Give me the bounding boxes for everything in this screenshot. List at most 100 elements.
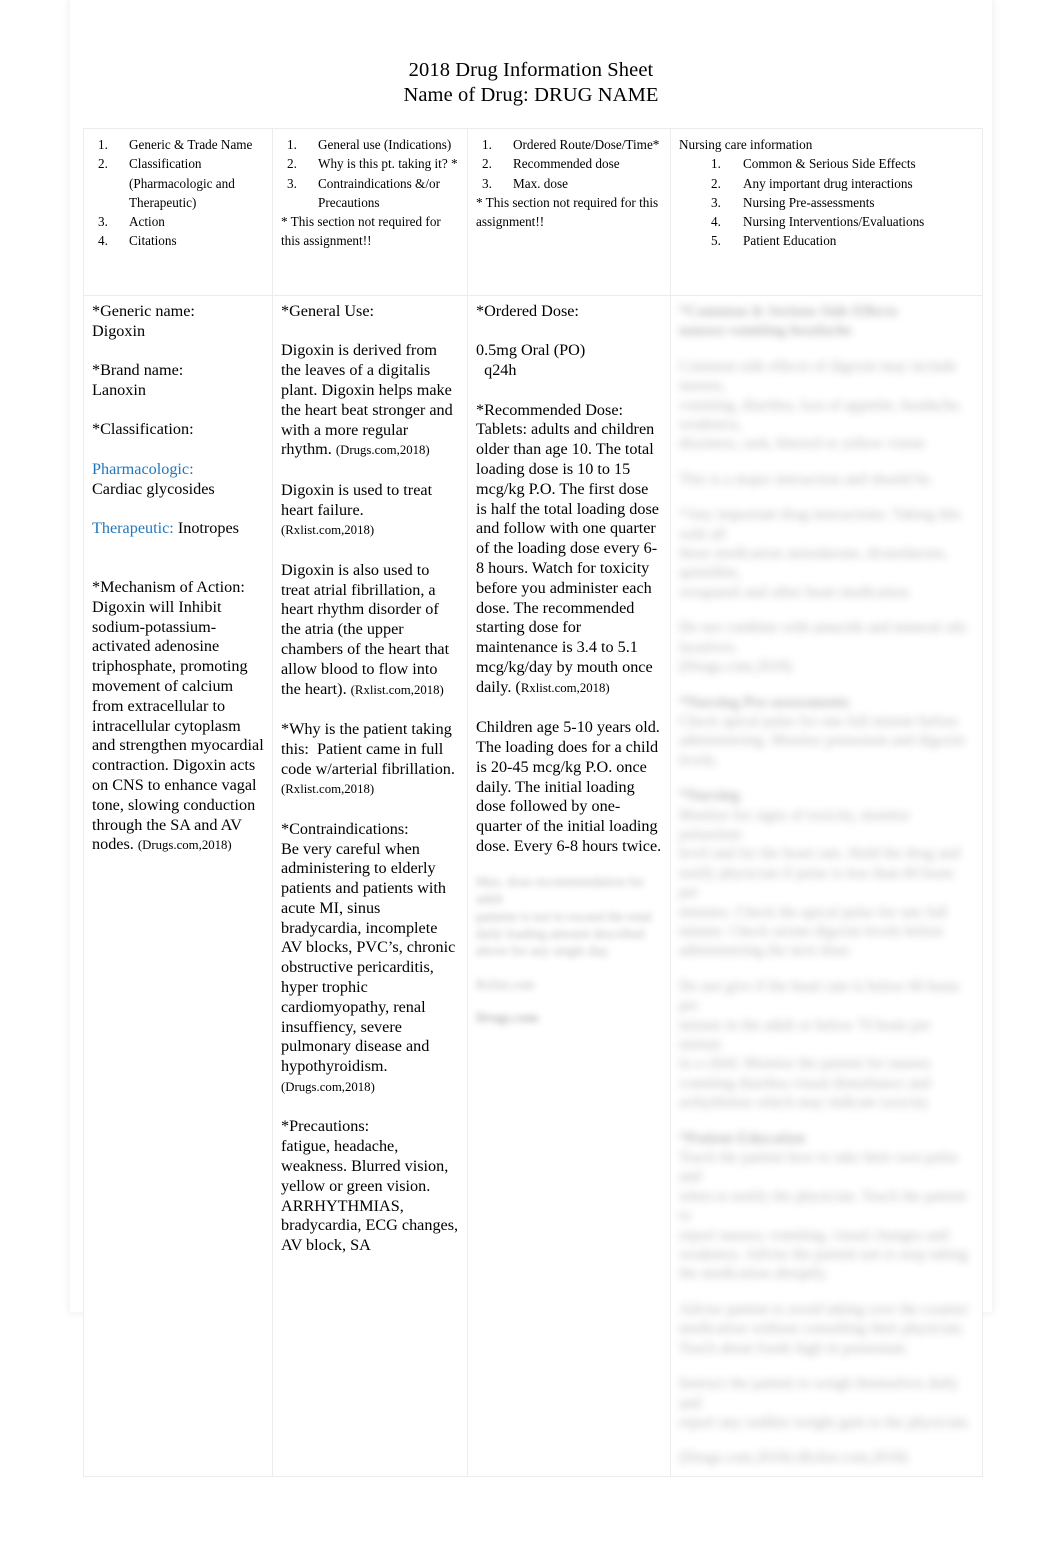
list-label: Nursing Pre-assessments — [743, 194, 875, 210]
column4-obscured-text: *Common & Serious Side Effects nausea vo… — [679, 303, 971, 1467]
list-label: General use (Indications) — [318, 137, 452, 152]
body-cell-general-use: *General Use: Digoxin is derived from th… — [272, 295, 468, 1477]
list-label: Recommended dose — [513, 156, 620, 172]
ordered-dose-value: 0.5mg Oral (PO) — [476, 341, 586, 360]
header-list-item: 3. Contraindications &/or Precautions — [281, 174, 459, 213]
column2-content: *General Use: Digoxin is derived from th… — [281, 302, 459, 1256]
header-cell-ordered-dose: 1. Ordered Route/Dose/Time* 2. Recommend… — [467, 128, 671, 296]
mechanism-of-action-label: *Mechanism of Action: — [92, 577, 245, 596]
title-line-2: Name of Drug: DRUG NAME — [403, 84, 659, 106]
title-line-1: 2018 Drug Information Sheet — [408, 59, 654, 81]
precautions-label: *Precautions: — [281, 1117, 370, 1136]
header-list-item: 3. Max. dose — [476, 174, 662, 193]
general-use-label: *General Use: — [281, 302, 375, 320]
nursing-care-heading: Nursing care information — [679, 137, 813, 152]
general-use-paragraph-2: Digoxin is used to treat heart failure. … — [281, 481, 459, 541]
children-dose-text: Children age 5-10 years old. The loading… — [476, 718, 662, 855]
list-label: Why is this pt. taking it? * — [318, 156, 458, 172]
moa-citation: (Drugs.com,2018) — [137, 838, 232, 853]
recommended-dose-text: Tablets: adults and children older than … — [476, 420, 659, 696]
table-header-row: 1. Generic & Trade Name 2. Classificatio… — [83, 128, 983, 296]
ordered-dose-label: *Ordered Dose: — [476, 302, 579, 320]
contraindications-text: Be very careful when administering to el… — [281, 839, 456, 1076]
para1-citation: (Drugs.com,2018) — [335, 443, 430, 458]
header-list-column4: 1. Common & Serious Side Effects 2. Any … — [679, 154, 974, 250]
list-number: 2. — [482, 156, 492, 172]
ordered-dose-frequency: q24h — [476, 361, 662, 381]
header-list-item: 4. Citations — [92, 231, 264, 250]
pharmacologic-label: Pharmacologic: — [92, 459, 194, 478]
classification-label: *Classification: — [92, 420, 194, 439]
list-number: 3. — [98, 214, 108, 230]
page-title: 2018 Drug Information Sheet Name of Drug… — [70, 0, 992, 108]
mechanism-of-action-text: Digoxin will Inhibit sodium-potassium-ac… — [92, 598, 264, 856]
body-cell-ordered-dose: *Ordered Dose: 0.5mg Oral (PO) q24h *Rec… — [467, 295, 671, 1477]
why-taking-paragraph: *Why is the patient taking this: Patient… — [281, 720, 459, 800]
header-note-column2: * This section not required for this ass… — [281, 214, 441, 249]
list-label: Action — [129, 214, 165, 230]
list-label: Contraindications &/or Precautions — [318, 175, 440, 210]
header-list-item: 3. Action — [92, 212, 264, 231]
header-list-item: 2. Classification (Pharmacologic and The… — [92, 154, 264, 212]
brand-name-label: *Brand name: — [92, 361, 184, 380]
para3-citation: (Rxlist.com,2018) — [350, 682, 444, 697]
para2-body: Digoxin is used to treat heart failure. — [281, 480, 433, 519]
list-label: Generic & Trade Name — [129, 137, 253, 152]
contraindications-label: *Contraindications: — [281, 819, 409, 838]
header-list-column1: 1. Generic & Trade Name 2. Classificatio… — [92, 135, 264, 251]
header-list-item: 2. Any important drug interactions — [679, 174, 974, 193]
list-label: Classification (Pharmacologic and Therap… — [129, 156, 235, 210]
column1-content: *Generic name: Digoxin *Brand name: Lano… — [92, 302, 264, 856]
generic-name-label: *Generic name: — [92, 302, 195, 320]
list-number: 1. — [711, 156, 721, 172]
list-number: 3. — [711, 194, 721, 210]
header-list-item: 1. General use (Indications) — [281, 135, 459, 154]
header-list-item: 4. Nursing Interventions/Evaluations — [679, 212, 974, 231]
recommended-dose-paragraph: Tablets: adults and children older than … — [476, 420, 662, 698]
therapeutic-line: Therapeutic: Inotropes — [92, 519, 264, 539]
list-label: Common & Serious Side Effects — [743, 156, 916, 172]
header-note-column3: * This section not required for this ass… — [476, 194, 659, 230]
list-number: 4. — [98, 233, 108, 249]
document-page: 2018 Drug Information Sheet Name of Drug… — [70, 0, 992, 1477]
list-number: 3. — [482, 175, 492, 191]
list-number: 2. — [287, 156, 297, 172]
para1-body: Digoxin is derived from the leaves of a … — [281, 341, 453, 459]
drug-information-table: 1. Generic & Trade Name 2. Classificatio… — [83, 128, 983, 1477]
para3-body: Digoxin is also used to treat atrial fib… — [281, 560, 450, 698]
therapeutic-value: Inotropes — [177, 518, 239, 537]
header-list-item: 3. Nursing Pre-assessments — [679, 193, 974, 212]
list-label: Max. dose — [513, 175, 568, 191]
body-cell-generic-trade: *Generic name: Digoxin *Brand name: Lano… — [83, 295, 273, 1477]
therapeutic-label: Therapeutic: — [92, 518, 174, 537]
header-list-item: 1. Ordered Route/Dose/Time* — [476, 135, 662, 154]
list-number: 2. — [711, 175, 721, 191]
moa-body: Digoxin will Inhibit sodium-potassium-ac… — [92, 597, 264, 854]
list-number: 1. — [98, 137, 108, 152]
list-label: Citations — [129, 233, 177, 249]
recommended-dose-citation: Rxlist.com,2018) — [520, 680, 610, 695]
pharmacologic-value: Cardiac glycosides — [92, 479, 215, 498]
column3-content: *Ordered Dose: 0.5mg Oral (PO) q24h *Rec… — [476, 302, 662, 857]
generic-name-value: Digoxin — [92, 321, 146, 340]
precautions-text: fatigue, headache, weakness. Blurred vis… — [281, 1137, 459, 1255]
list-number: 2. — [98, 156, 108, 172]
list-number: 5. — [711, 233, 721, 249]
list-number: 1. — [482, 137, 492, 152]
contraindications-paragraph: Be very careful when administering to el… — [281, 840, 459, 1098]
header-list-column3: 1. Ordered Route/Dose/Time* 2. Recommend… — [476, 135, 662, 193]
general-use-paragraph-3: Digoxin is also used to treat atrial fib… — [281, 561, 459, 701]
list-label: Ordered Route/Dose/Time* — [513, 137, 660, 152]
